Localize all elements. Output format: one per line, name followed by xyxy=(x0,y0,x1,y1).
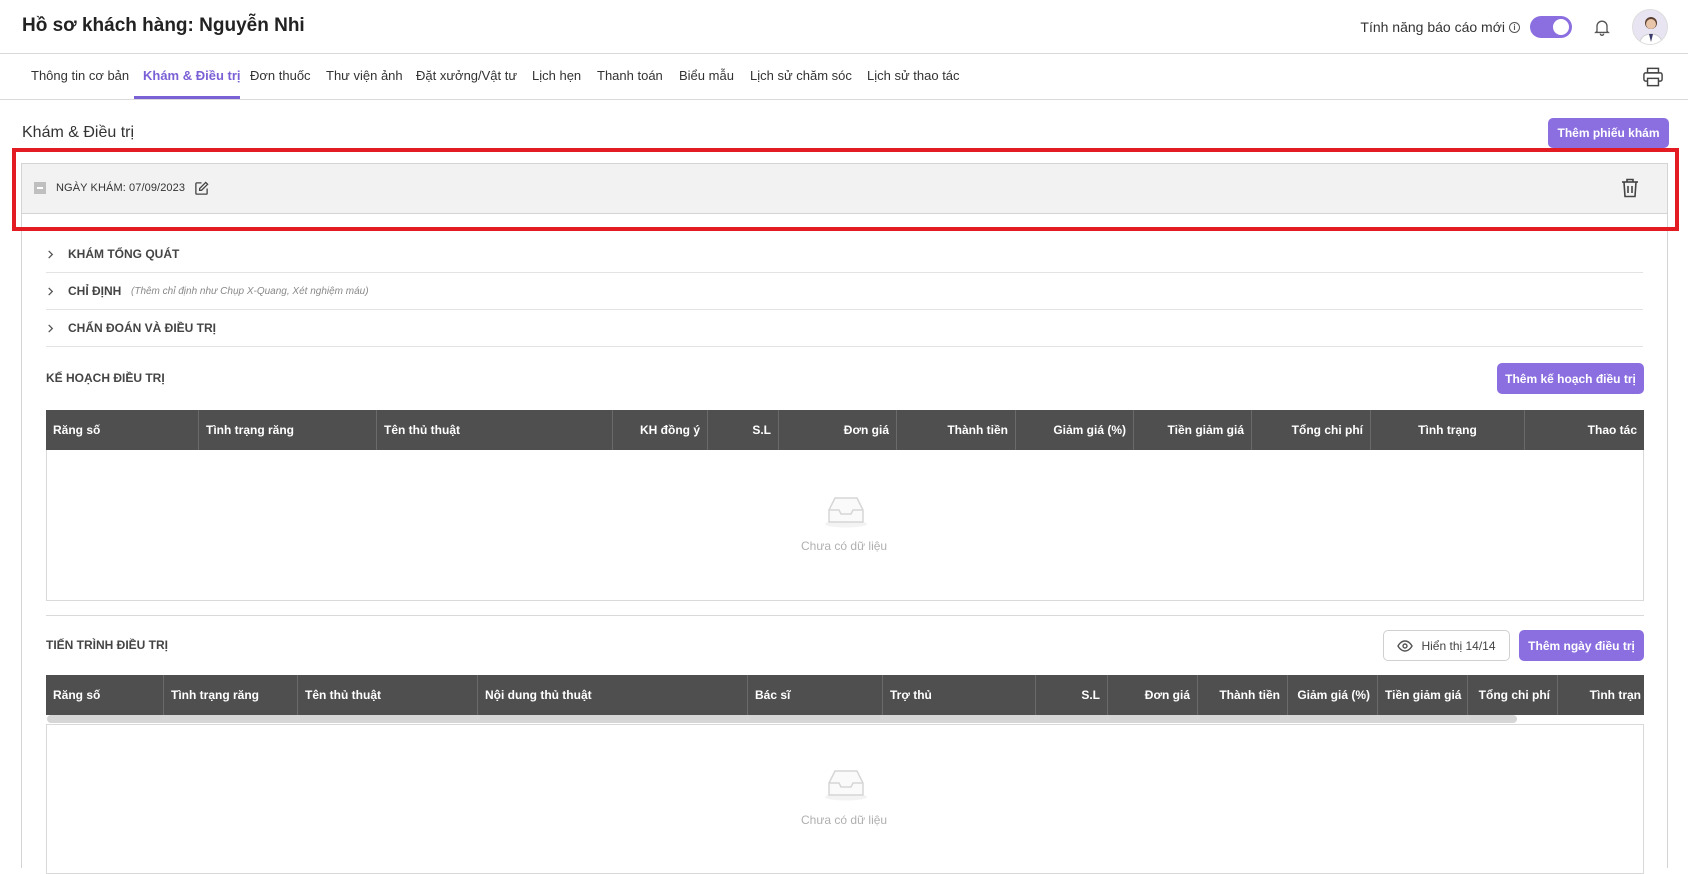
column-header[interactable]: Tình trạng răng xyxy=(199,410,377,450)
column-header[interactable]: Thành tiền xyxy=(1198,675,1288,715)
info-icon[interactable]: i xyxy=(1509,21,1520,33)
eye-icon xyxy=(1397,639,1414,652)
column-header[interactable]: Bác sĩ xyxy=(748,675,883,715)
accordion-label: KHÁM TỔNG QUÁT xyxy=(68,247,180,261)
column-header[interactable]: Tên thủ thuật xyxy=(298,675,478,715)
column-header[interactable]: S.L xyxy=(708,410,779,450)
tab-action-history[interactable]: Lịch sử thao tác xyxy=(867,68,960,83)
treatment-plan-title: KẾ HOẠCH ĐIỀU TRỊ xyxy=(46,371,165,385)
tab-prescription[interactable]: Đơn thuốc xyxy=(250,68,311,83)
tab-appointments[interactable]: Lịch hẹn xyxy=(532,68,581,83)
chevron-right-icon xyxy=(48,324,54,333)
column-header[interactable]: Thao tác xyxy=(1525,410,1644,450)
tab-forms[interactable]: Biểu mẫu xyxy=(679,68,734,83)
column-header[interactable]: Tình trạng răng xyxy=(164,675,298,715)
tab-basic-info[interactable]: Thông tin cơ bản xyxy=(31,68,129,83)
accordion-general-exam[interactable]: KHÁM TỔNG QUÁT xyxy=(46,236,1643,273)
report-toggle-switch[interactable] xyxy=(1530,16,1572,38)
column-header[interactable]: Tiền giảm giá xyxy=(1378,675,1468,715)
tab-care-history[interactable]: Lịch sử chăm sóc xyxy=(750,68,852,83)
column-header[interactable]: Tiền giảm giá xyxy=(1134,410,1252,450)
header-actions: Tính năng báo cáo mới i xyxy=(1360,0,1688,54)
accordion-label: CHỈ ĐỊNH xyxy=(68,284,122,298)
treatment-progress-title: TIẾN TRÌNH ĐIỀU TRỊ xyxy=(46,638,168,652)
empty-inbox-icon xyxy=(825,770,867,801)
section-title: Khám & Điều trị xyxy=(22,124,135,141)
show-columns-button[interactable]: Hiển thị 14/14 xyxy=(1383,630,1510,661)
column-header[interactable]: Đơn giá xyxy=(1108,675,1198,715)
bell-icon[interactable] xyxy=(1592,17,1612,37)
tab-photo-library[interactable]: Thư viện ảnh xyxy=(326,68,403,83)
page-title: Hồ sơ khách hàng: Nguyễn Nhi xyxy=(22,15,305,36)
add-treatment-day-button[interactable]: Thêm ngày điều trị xyxy=(1519,630,1644,661)
horizontal-scrollbar[interactable] xyxy=(47,715,1517,723)
tab-exam-treatment[interactable]: Khám & Điều trị xyxy=(143,68,241,83)
column-header[interactable]: Thành tiền xyxy=(897,410,1016,450)
report-toggle-label: Tính năng báo cáo mới i xyxy=(1360,19,1520,35)
column-header[interactable]: Đơn giá xyxy=(779,410,897,450)
app-header: Hồ sơ khách hàng: Nguyễn Nhi Tính năng b… xyxy=(0,0,1688,54)
add-treatment-plan-button[interactable]: Thêm kế hoạch điều trị xyxy=(1497,363,1644,394)
column-header[interactable]: Giảm giá (%) xyxy=(1016,410,1134,450)
chevron-right-icon xyxy=(48,250,54,259)
column-header[interactable]: Răng số xyxy=(46,675,164,715)
add-exam-button[interactable]: Thêm phiếu khám xyxy=(1548,118,1669,148)
chevron-right-icon xyxy=(48,287,54,296)
empty-state-text: Chưa có dữ liệu xyxy=(801,539,888,553)
avatar-image-icon xyxy=(1638,17,1664,44)
empty-inbox-icon xyxy=(825,497,867,528)
column-header[interactable]: Giảm giá (%) xyxy=(1288,675,1378,715)
avatar[interactable] xyxy=(1632,9,1668,45)
printer-icon[interactable] xyxy=(1642,67,1664,87)
active-tab-indicator xyxy=(134,96,240,99)
column-header[interactable]: S.L xyxy=(1036,675,1108,715)
tab-payments[interactable]: Thanh toán xyxy=(597,68,663,83)
accordion-label: CHẨN ĐOÁN VÀ ĐIỀU TRỊ xyxy=(68,321,217,335)
tab-lab-orders[interactable]: Đặt xưởng/Vật tư xyxy=(416,68,517,83)
accordion-hint: (Thêm chỉ định như Chụp X-Quang, Xét ngh… xyxy=(131,286,369,297)
accordion-indications[interactable]: CHỈ ĐỊNH (Thêm chỉ định như Chụp X-Quang… xyxy=(46,273,1643,310)
treatment-progress-table-header: Răng số Tình trạng răng Tên thủ thuật Nộ… xyxy=(46,675,1644,715)
tab-bar: Thông tin cơ bản Khám & Điều trị Đơn thu… xyxy=(0,55,1688,100)
highlight-annotation xyxy=(12,148,1679,231)
column-header[interactable]: Răng số xyxy=(46,410,199,450)
treatment-plan-table-body: Chưa có dữ liệu xyxy=(46,450,1644,601)
section-divider xyxy=(46,615,1644,616)
treatment-plan-table-header: Răng số Tình trạng răng Tên thủ thuật KH… xyxy=(46,410,1644,450)
treatment-progress-table-body: Chưa có dữ liệu xyxy=(46,724,1644,874)
column-header[interactable]: Tổng chi phí xyxy=(1252,410,1371,450)
report-toggle-text: Tính năng báo cáo mới xyxy=(1360,19,1505,35)
empty-state-text: Chưa có dữ liệu xyxy=(801,813,888,827)
column-header[interactable]: KH đồng ý xyxy=(613,410,708,450)
accordion-diagnosis[interactable]: CHẨN ĐOÁN VÀ ĐIỀU TRỊ xyxy=(46,310,1643,347)
column-header[interactable]: Tổng chi phí xyxy=(1468,675,1558,715)
column-header[interactable]: Tình trạn xyxy=(1558,675,1644,715)
column-header[interactable]: Tên thủ thuật xyxy=(377,410,613,450)
show-columns-label: Hiển thị 14/14 xyxy=(1421,638,1496,653)
column-header[interactable]: Trợ thủ xyxy=(883,675,1036,715)
column-header[interactable]: Tình trạng xyxy=(1371,410,1525,450)
column-header[interactable]: Nội dung thủ thuật xyxy=(478,675,748,715)
toggle-knob xyxy=(1553,19,1569,35)
